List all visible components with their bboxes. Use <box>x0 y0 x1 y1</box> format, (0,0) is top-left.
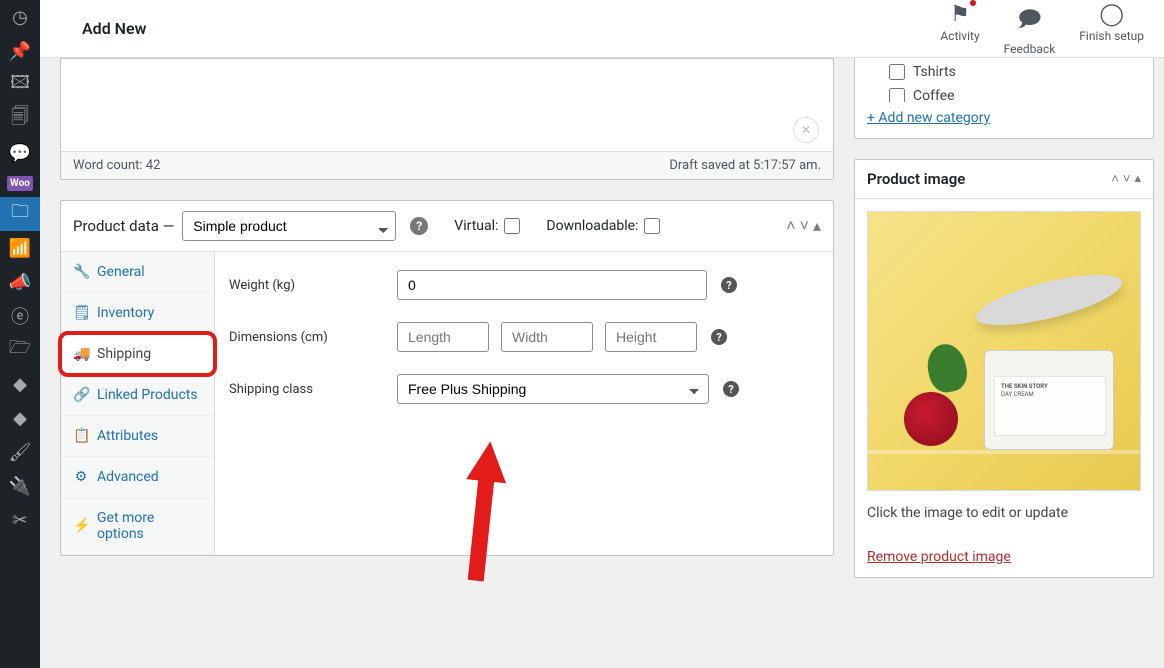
feedback-icon: 🗩 <box>1017 2 1041 40</box>
product-image-thumbnail[interactable]: THE SKIN STORYDAY CREAM <box>867 211 1141 491</box>
categories-box: Tshirts Coffee + Add new category <box>854 58 1154 139</box>
tab-general-label: General <box>97 264 145 280</box>
category-label: Coffee <box>913 88 955 102</box>
woocommerce-icon[interactable]: Woo <box>7 176 33 191</box>
tab-get-more[interactable]: ⚡ Get more options <box>61 498 214 555</box>
tab-advanced[interactable]: ⚙ Advanced <box>61 457 214 498</box>
voice-icon[interactable]: ✕ <box>793 117 819 143</box>
chevron-down-icon[interactable]: ˅ <box>800 216 809 236</box>
tab-attributes[interactable]: 📋 Attributes <box>61 416 214 457</box>
activity-button[interactable]: ⚑ Activity <box>940 2 979 56</box>
chevron-up-icon[interactable]: ˄ <box>786 216 795 236</box>
tab-advanced-label: Advanced <box>97 469 159 485</box>
length-input[interactable] <box>397 322 489 352</box>
shipping-class-select[interactable]: Free Plus Shipping <box>397 374 709 404</box>
link-icon: 🔗 <box>73 387 89 403</box>
list-icon: 📋 <box>73 428 89 444</box>
dashboard-icon[interactable]: ◷ <box>0 0 40 34</box>
triangle-up-icon[interactable]: ▴ <box>1134 171 1141 187</box>
downloadable-label: Downloadable: <box>546 218 638 234</box>
tab-getmore-label: Get more options <box>97 510 202 542</box>
plugin1-icon[interactable]: ◆ <box>0 367 40 401</box>
downloadable-checkbox[interactable] <box>644 218 660 234</box>
media-icon[interactable]: 🖾 <box>0 68 40 102</box>
activity-icon: ⚑ <box>950 2 970 27</box>
chevron-down-icon[interactable]: ˅ <box>1123 171 1131 187</box>
product-data-tabs: 🔧 General 🗒 Inventory 🚚 Shipping 🔗 Linked Pr… <box>61 252 215 555</box>
help-icon[interactable]: ? <box>410 217 428 235</box>
plugin2-icon[interactable]: ◆ <box>0 401 40 435</box>
help-icon[interactable]: ? <box>723 381 739 397</box>
truck-icon: 🚚 <box>73 346 89 362</box>
activity-label: Activity <box>940 29 979 43</box>
tools-icon[interactable]: ✂ <box>0 503 40 537</box>
weight-label: Weight (kg) <box>229 278 397 293</box>
word-count: Word count: 42 <box>73 158 160 173</box>
analytics-icon[interactable]: 📶 <box>0 231 40 265</box>
elementor-icon[interactable]: ⓔ <box>0 299 40 333</box>
product-type-select[interactable]: Simple product <box>182 211 396 241</box>
tab-linked-products[interactable]: 🔗 Linked Products <box>61 375 214 416</box>
appearance-icon[interactable]: 🖌 <box>0 435 40 469</box>
product-data-title: Product data — <box>73 217 174 235</box>
gear-icon: ⚙ <box>73 469 89 485</box>
category-item[interactable]: Tshirts <box>889 60 1143 84</box>
add-new-category-link[interactable]: + Add new category <box>855 102 1153 138</box>
page-title: Add New <box>82 19 146 38</box>
draft-saved: Draft saved at 5:17:57 am. <box>669 158 821 173</box>
triangle-up-icon[interactable]: ▴ <box>813 216 821 236</box>
finish-setup-icon: ◯ <box>1099 2 1124 27</box>
chevron-up-icon[interactable]: ˄ <box>1111 171 1119 187</box>
product-data-panel: Product data — Simple product ? Virtual:… <box>60 200 834 556</box>
category-label: Tshirts <box>913 64 956 80</box>
top-header: Add New ⚑ Activity 🗩 Feedback ◯ Finish s… <box>40 0 1164 58</box>
products-icon[interactable]: 🗀 <box>0 197 40 231</box>
help-icon[interactable]: ? <box>721 277 737 293</box>
wrench-icon: 🔧 <box>73 264 89 280</box>
tab-shipping-label: Shipping <box>97 346 151 362</box>
category-item[interactable]: Coffee <box>889 84 1143 102</box>
virtual-checkbox[interactable] <box>504 218 520 234</box>
pin-icon[interactable]: 📌 <box>0 34 40 68</box>
help-icon[interactable]: ? <box>711 329 727 345</box>
tab-linked-label: Linked Products <box>97 387 198 403</box>
product-image-box: Product image ˄ ˅ ▴ THE SKIN STORYDAY CR… <box>854 159 1154 578</box>
category-checkbox[interactable] <box>889 64 905 80</box>
wp-admin-sidebar: ◷ 📌 🖾 🗐 💬 Woo 🗀 📶 📣 ⓔ 🗁 ◆ ◆ 🖌 🔌 ✂ <box>0 0 40 668</box>
comments-icon[interactable]: 💬 <box>0 136 40 170</box>
finish-setup-label: Finish setup <box>1079 29 1144 43</box>
feedback-button[interactable]: 🗩 Feedback <box>1004 2 1056 56</box>
category-list[interactable]: Tshirts Coffee <box>855 58 1153 102</box>
remove-product-image-link[interactable]: Remove product image <box>867 549 1011 565</box>
weight-input[interactable] <box>397 270 707 300</box>
tab-inventory-label: Inventory <box>97 305 154 321</box>
templates-icon[interactable]: 🗁 <box>0 333 40 367</box>
width-input[interactable] <box>501 322 593 352</box>
dimensions-label: Dimensions (cm) <box>229 330 397 345</box>
tab-attributes-label: Attributes <box>97 428 158 444</box>
plugins-icon[interactable]: 🔌 <box>0 469 40 503</box>
bolt-icon: ⚡ <box>73 518 89 534</box>
pages-icon[interactable]: 🗐 <box>0 102 40 136</box>
virtual-label: Virtual: <box>454 218 498 234</box>
shipping-class-label: Shipping class <box>229 382 397 397</box>
height-input[interactable] <box>605 322 697 352</box>
finish-setup-button[interactable]: ◯ Finish setup <box>1079 2 1144 56</box>
tab-shipping[interactable]: 🚚 Shipping <box>61 334 214 375</box>
marketing-icon[interactable]: 📣 <box>0 265 40 299</box>
editor-body[interactable]: ✕ <box>61 59 833 151</box>
clipboard-icon: 🗒 <box>73 305 89 321</box>
tab-general[interactable]: 🔧 General <box>61 252 214 293</box>
description-editor: ✕ Word count: 42 Draft saved at 5:17:57 … <box>60 58 834 180</box>
tab-inventory[interactable]: 🗒 Inventory <box>61 293 214 334</box>
notification-dot <box>970 0 976 6</box>
category-checkbox[interactable] <box>889 88 905 102</box>
product-image-note: Click the image to edit or update <box>867 505 1141 521</box>
feedback-label: Feedback <box>1004 42 1056 56</box>
product-image-title: Product image <box>867 170 965 188</box>
